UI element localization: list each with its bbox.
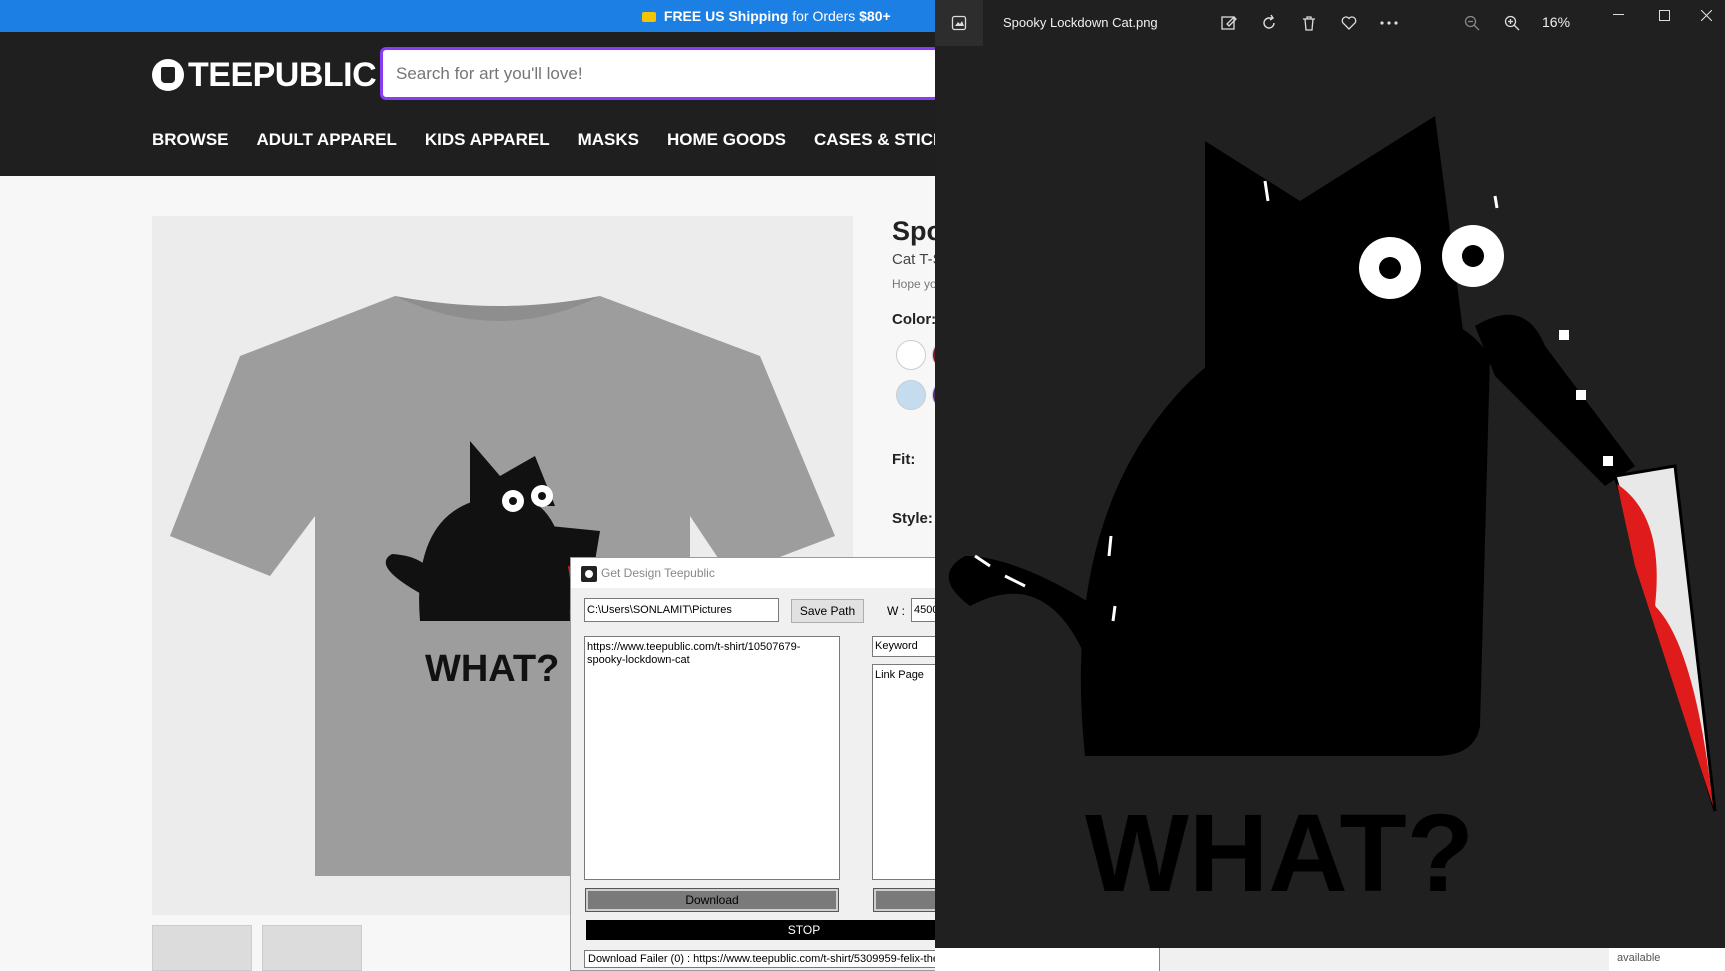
viewer-toolbar: Spooky Lockdown Cat.png 16% [935,0,1725,46]
screen: FREE US Shipping for Orders $80+ TEEPUBL… [0,0,1725,971]
photo-viewer-window: Spooky Lockdown Cat.png 16% WHAT? [935,0,1725,948]
zoom-in-icon[interactable] [1501,12,1523,34]
close-icon[interactable] [1683,0,1725,30]
logo-text: TEEPUBLIC [188,55,377,94]
rotate-icon[interactable] [1258,12,1280,34]
viewer-what-text: WHAT? [1085,792,1474,915]
background-panel [1159,948,1609,971]
search-input[interactable] [383,50,937,97]
color-swatch-white[interactable] [896,340,926,370]
save-path-button[interactable]: Save Path [791,599,864,623]
product-thumbnail-2[interactable] [262,925,362,971]
product-thumbnail-1[interactable] [152,925,252,971]
viewer-image: WHAT? [935,46,1725,948]
promo-amount: $80+ [859,8,891,24]
search-box[interactable] [380,47,940,100]
teepublic-logo[interactable]: TEEPUBLIC [152,54,377,96]
truck-icon [642,12,656,23]
edit-image-icon[interactable] [1218,12,1240,34]
nav-kids-apparel[interactable]: KIDS APPAREL [425,130,550,150]
maximize-icon[interactable] [1641,0,1687,30]
style-label: Style: [892,510,933,527]
save-path-field[interactable] [584,598,779,622]
nav-adult-apparel[interactable]: ADULT APPAREL [257,130,397,150]
download-button[interactable]: Download [585,888,839,912]
see-all-photos-icon[interactable] [935,0,983,46]
favorite-icon[interactable] [1338,12,1360,34]
availability-text: available [1617,952,1661,964]
nav-browse[interactable]: BROWSE [152,130,229,150]
dialog-title: Get Design Teepublic [601,566,715,580]
minimize-icon[interactable] [1595,0,1641,30]
zoom-out-icon[interactable] [1461,12,1483,34]
product-description: Hope yo [892,277,937,291]
more-icon[interactable] [1378,12,1400,34]
promo-content: FREE US Shipping for Orders $80+ [642,0,891,32]
background-strip: available [935,948,1725,971]
width-label: W : [887,604,905,618]
nav-home-goods[interactable]: HOME GOODS [667,130,786,150]
file-name: Spooky Lockdown Cat.png [1003,15,1158,30]
nav-masks[interactable]: MASKS [578,130,639,150]
color-swatch-light-blue[interactable] [896,380,926,410]
color-label: Color: [892,311,937,328]
app-icon [581,566,597,582]
fit-label: Fit: [892,451,916,468]
shirt-what-text: WHAT? [425,648,559,690]
delete-icon[interactable] [1298,12,1320,34]
zoom-level: 16% [1542,14,1571,30]
url-list-textarea[interactable]: https://www.teepublic.com/t-shirt/105076… [584,636,840,880]
logo-badge-icon [152,59,184,91]
promo-middle-text: for Orders [788,8,860,24]
promo-bold-text: FREE US Shipping [663,8,789,24]
main-nav: BROWSE ADULT APPAREL KIDS APPAREL MASKS … [152,130,985,150]
